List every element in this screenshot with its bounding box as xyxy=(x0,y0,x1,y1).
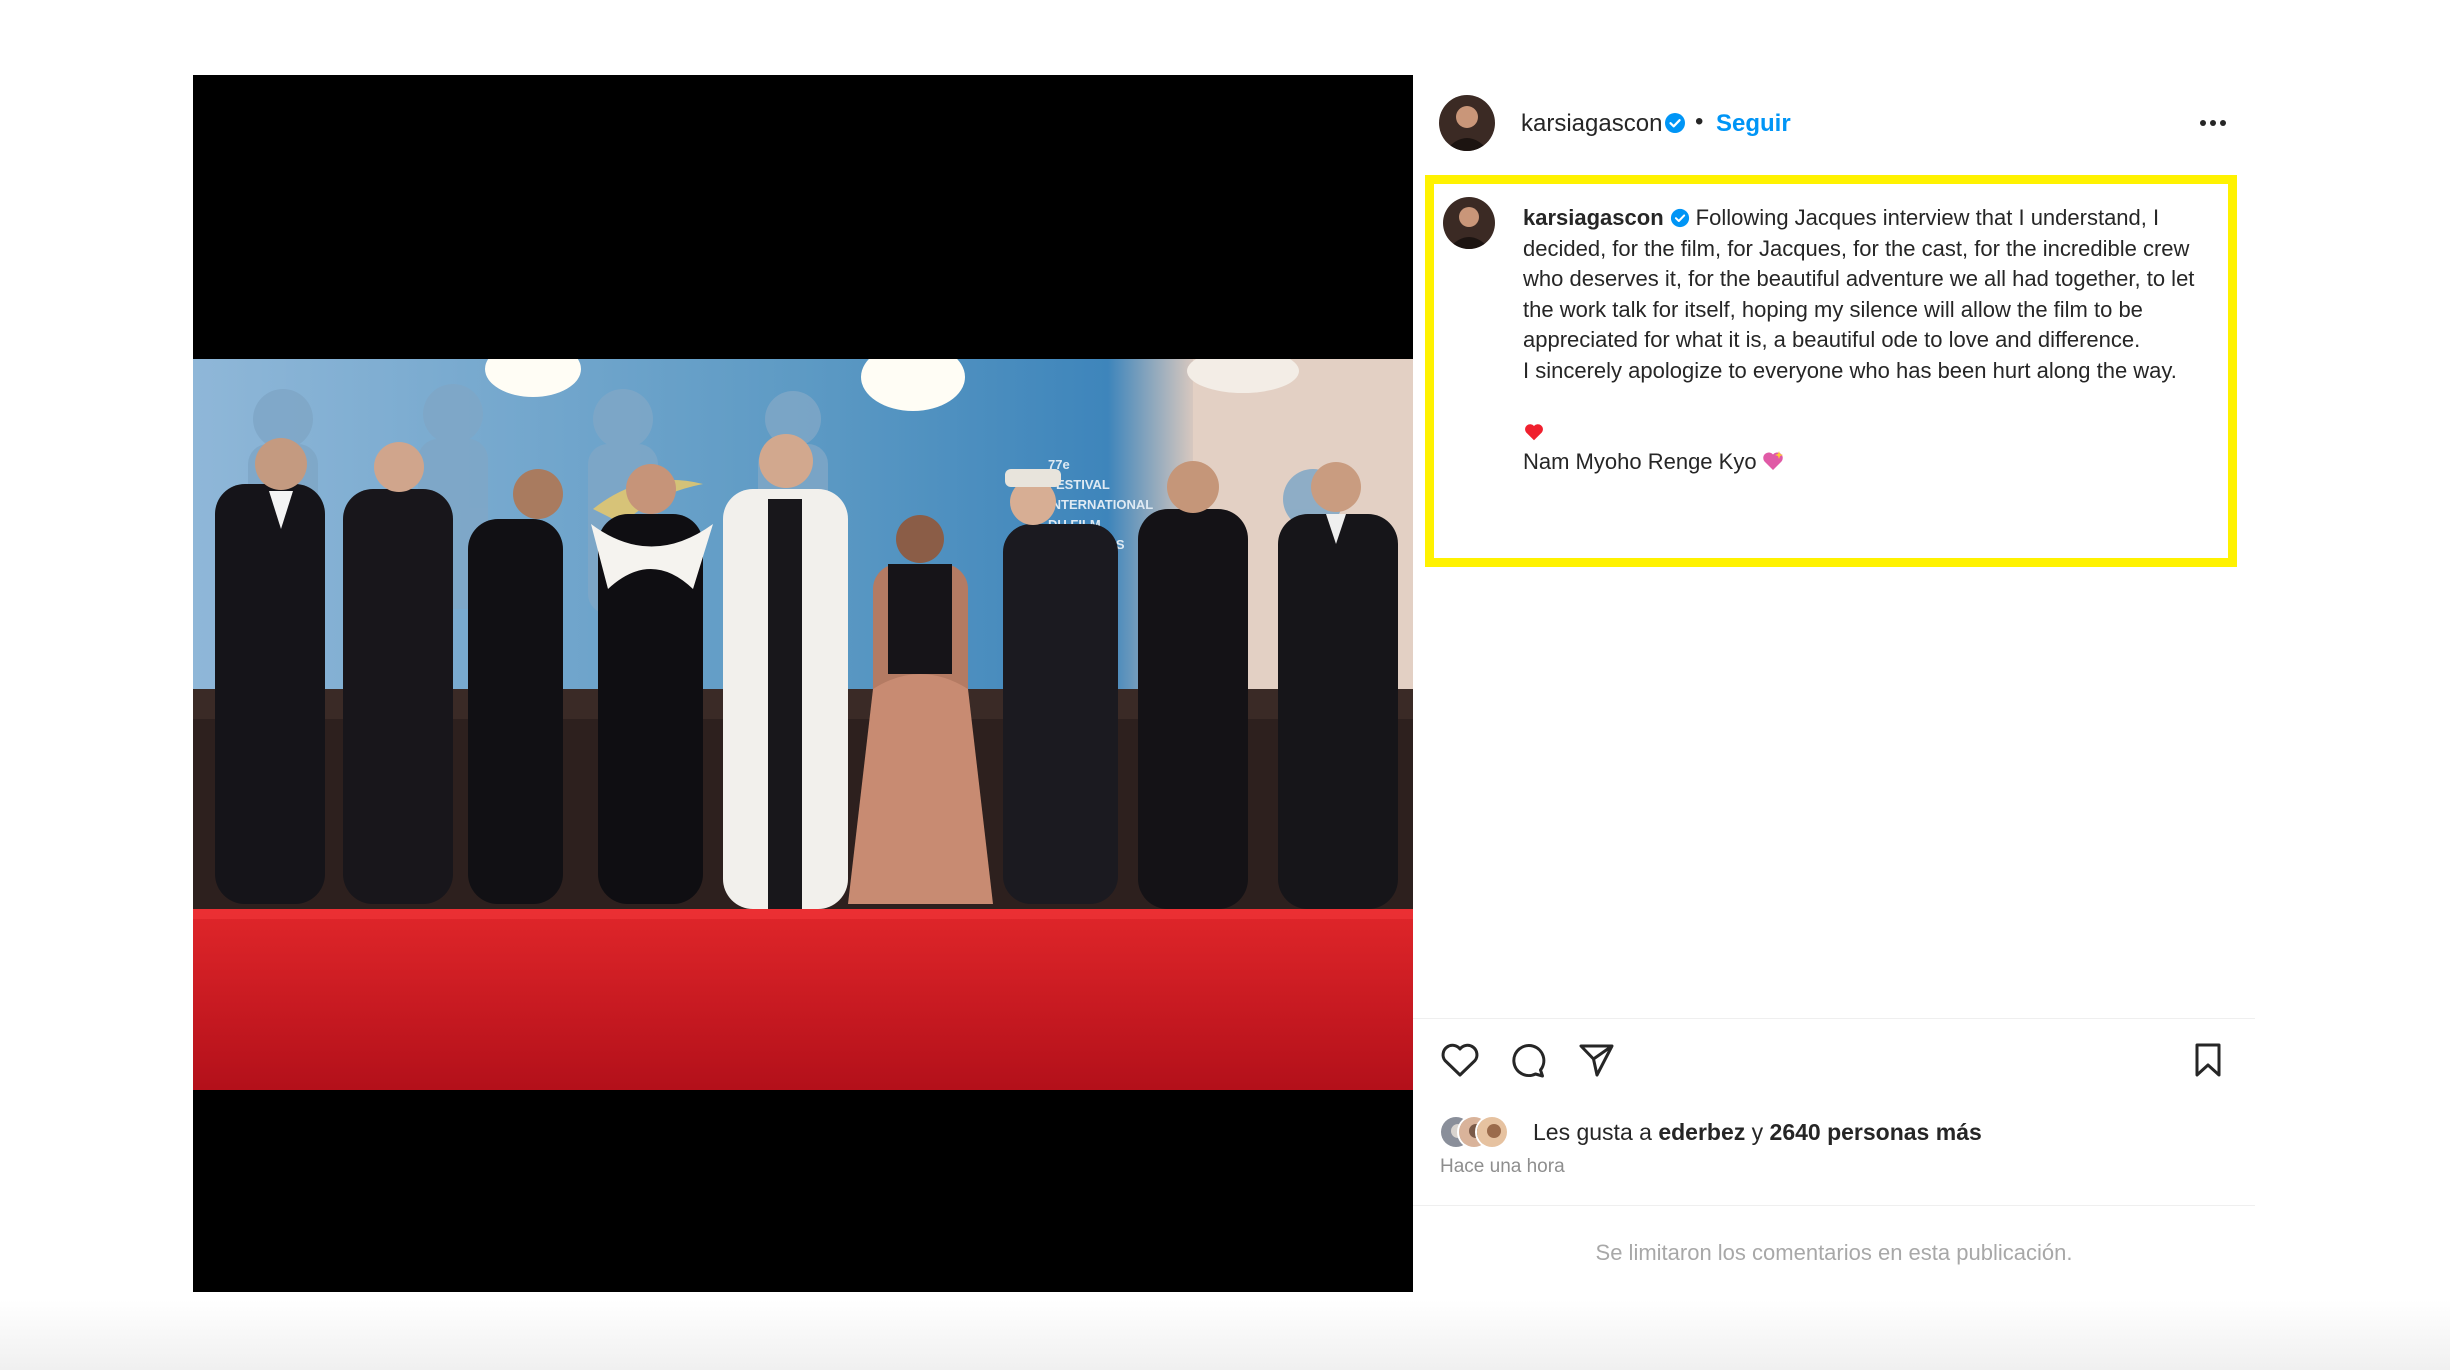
liker-avatars xyxy=(1439,1115,1519,1149)
likes-prefix: Les gusta a xyxy=(1533,1119,1652,1145)
post-media[interactable]: 77e FESTIVAL INTERNATIONAL DU FILM DE CA… xyxy=(193,75,1413,1292)
header-separator: • xyxy=(1695,108,1704,135)
avatar xyxy=(1475,1115,1509,1149)
post-header: karsiagascon • Seguir xyxy=(1413,75,2255,175)
comments-limited-notice: Se limitaron los comentarios en esta pub… xyxy=(1595,1240,2073,1265)
likes-count[interactable]: 2640 personas más xyxy=(1770,1119,1982,1145)
actions-top-divider xyxy=(1413,1018,2255,1019)
bookmark-icon[interactable] xyxy=(2185,1037,2231,1083)
caption-username[interactable]: karsiagascon xyxy=(1523,205,1664,230)
comment-icon[interactable] xyxy=(1505,1037,1551,1083)
likes-summary[interactable]: Les gusta a ederbez y 2640 personas más xyxy=(1439,1113,2139,1153)
liker-username[interactable]: ederbez xyxy=(1658,1119,1745,1145)
post-timestamp[interactable]: Hace una hora xyxy=(1440,1156,1565,1178)
likes-conjunction: y xyxy=(1751,1119,1764,1145)
heart-icon[interactable] xyxy=(1437,1037,1483,1083)
post-side-panel: karsiagascon • Seguir karsiagascon Follow… xyxy=(1413,75,2255,1292)
caption-text-paragraph-3: Nam Myoho Renge Kyo xyxy=(1523,449,1757,474)
more-options-icon[interactable] xyxy=(2193,108,2233,138)
post-actions-bar xyxy=(1413,1037,2255,1097)
caption-overflow-hint xyxy=(1523,553,1783,567)
author-avatar[interactable] xyxy=(1439,95,1495,151)
caption-text-paragraph-2: I sincerely apologize to everyone who ha… xyxy=(1523,357,2177,383)
author-username[interactable]: karsiagascon xyxy=(1521,110,1662,138)
likes-text: Les gusta a ederbez y 2640 personas más xyxy=(1533,1119,1982,1146)
follow-button[interactable]: Seguir xyxy=(1716,110,1791,138)
comments-divider xyxy=(1413,1205,2255,1206)
sparkling-heart-emoji xyxy=(1761,449,1785,473)
verified-badge-icon xyxy=(1664,112,1686,134)
verified-badge-icon xyxy=(1670,206,1690,228)
post-caption: karsiagascon Following Jacques interview … xyxy=(1523,203,2203,478)
svg-text:INTERNATIONAL: INTERNATIONAL xyxy=(1048,497,1153,512)
share-icon[interactable] xyxy=(1573,1037,1619,1083)
red-heart-emoji xyxy=(1523,421,1545,443)
caption-author-avatar[interactable] xyxy=(1443,197,1495,249)
post-photo: 77e FESTIVAL INTERNATIONAL DU FILM DE CA… xyxy=(193,359,1413,1090)
page-bottom-fade xyxy=(0,1300,2450,1370)
